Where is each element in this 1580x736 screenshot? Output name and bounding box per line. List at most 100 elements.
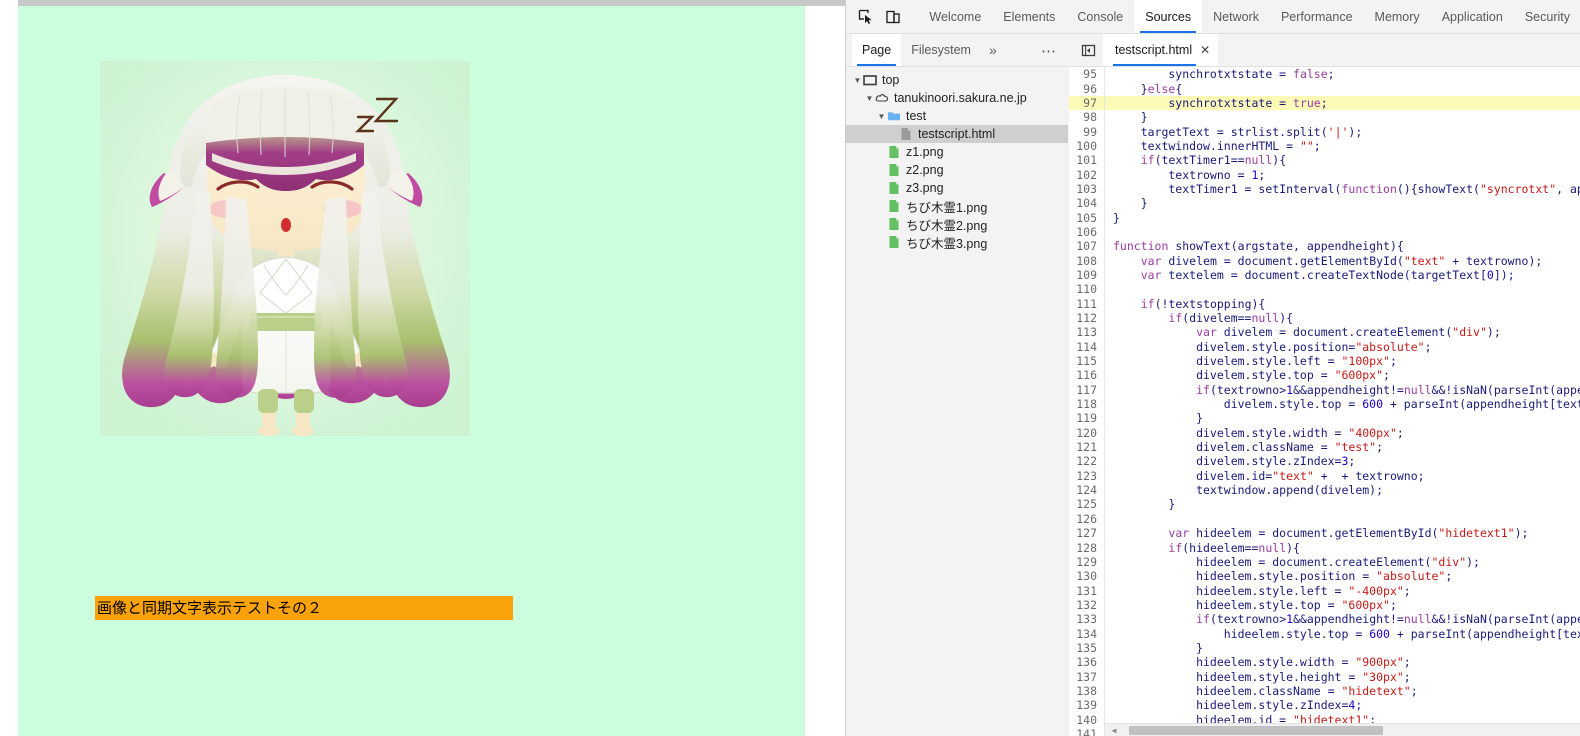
- line-number: 134: [1069, 626, 1105, 641]
- code-line: 101 if(textTimer1==null){: [1069, 153, 1580, 168]
- code-text: var hideelem = document.getElementById("…: [1168, 526, 1529, 541]
- line-number: 108: [1069, 253, 1105, 268]
- code-text: hideelem.style.top = 600 + parseInt(appe…: [1113, 626, 1580, 641]
- scroll-left-icon[interactable]: ◀: [1109, 726, 1119, 735]
- code-horizontal-scrollbar[interactable]: ◀: [1105, 723, 1580, 736]
- code-line: 126: [1069, 511, 1580, 526]
- code-text: }: [1113, 210, 1120, 225]
- tree-item-z1-png[interactable]: z1.png: [846, 143, 1068, 161]
- line-number: 131: [1069, 583, 1105, 598]
- line-number: 96: [1069, 81, 1105, 96]
- code-line: 105}: [1069, 210, 1580, 225]
- file-tree: ▼ top ▼ tanukinoori.sakura.ne.jp ▼ test …: [846, 67, 1068, 736]
- editor-tab-testscript-html[interactable]: testscript.html ✕: [1103, 34, 1219, 66]
- line-number: 115: [1069, 354, 1105, 369]
- code-line: 139 hideelem.style.zIndex=4;: [1069, 698, 1580, 713]
- editor-pane: testscript.html ✕ 95 synchrotxtstate = f…: [1069, 34, 1580, 736]
- line-number: 120: [1069, 425, 1105, 440]
- line-number: 105: [1069, 210, 1105, 225]
- code-line: 113 var divelem = document.createElement…: [1069, 325, 1580, 340]
- tree-item-top[interactable]: ▼ top: [846, 71, 1068, 89]
- tab-application-label: Application: [1441, 9, 1503, 24]
- scrollbar-thumb[interactable]: [1129, 726, 1383, 735]
- tab-network[interactable]: Network: [1202, 0, 1270, 33]
- line-number: 127: [1069, 526, 1105, 541]
- tab-sources-label: Sources: [1145, 9, 1192, 24]
- chevron-down-icon[interactable]: ▼: [864, 94, 875, 103]
- line-number: 137: [1069, 669, 1105, 684]
- editor-tabbar: testscript.html ✕: [1069, 34, 1580, 67]
- code-text: hideelem = document.createElement("div")…: [1113, 554, 1480, 569]
- tree-item-domain[interactable]: ▼ tanukinoori.sakura.ne.jp: [846, 89, 1068, 107]
- line-number: 121: [1069, 440, 1105, 455]
- nav-tab-filesystem[interactable]: Filesystem: [901, 34, 981, 66]
- chevron-down-icon[interactable]: ▼: [852, 76, 863, 85]
- code-line-list: 95 synchrotxtstate = false; 96 }else{97 s…: [1069, 67, 1580, 736]
- line-number: 119: [1069, 411, 1105, 426]
- line-number: 116: [1069, 368, 1105, 383]
- device-toolbar-icon[interactable]: [879, 0, 906, 33]
- code-text: }: [1113, 640, 1204, 655]
- devtools-tab-list: Welcome Elements Console Sources Network…: [918, 0, 1580, 33]
- tree-item-label: ちび木霊3.png: [906, 236, 988, 251]
- line-number: 122: [1069, 454, 1105, 469]
- nav-tab-page[interactable]: Page: [852, 34, 902, 66]
- code-text: synchrotxtstate = true;: [1113, 95, 1328, 110]
- tab-application[interactable]: Application: [1431, 0, 1514, 33]
- line-number: 132: [1069, 597, 1105, 612]
- code-line: 107 function showText(argstate, appendhei…: [1069, 239, 1580, 254]
- line-number: 100: [1069, 138, 1105, 153]
- tab-memory[interactable]: Memory: [1364, 0, 1431, 33]
- code-text: divelem.style.width = "400px";: [1113, 425, 1404, 440]
- tab-sources[interactable]: Sources: [1134, 0, 1203, 33]
- tab-performance[interactable]: Performance: [1270, 0, 1364, 33]
- code-line: 110: [1069, 282, 1580, 297]
- more-options-icon[interactable]: ⋯: [1041, 34, 1058, 67]
- tree-item-chibi-kodama-2-png[interactable]: ちび木霊2.png: [846, 215, 1068, 233]
- code-line: 136 hideelem.style.width = "900px";: [1069, 655, 1580, 670]
- tree-item-chibi-kodama-3-png[interactable]: ちび木霊3.png: [846, 233, 1068, 251]
- code-editor[interactable]: 95 synchrotxtstate = false; 96 }else{97 s…: [1069, 67, 1580, 736]
- tree-item-folder-test[interactable]: ▼ test: [846, 107, 1068, 125]
- code-line: 102 textrowno = 1;: [1069, 167, 1580, 182]
- tab-welcome[interactable]: Welcome: [918, 0, 992, 33]
- tree-item-label: ちび木霊2.png: [906, 218, 988, 233]
- inspect-element-icon[interactable]: [852, 0, 879, 33]
- code-line: 99 targetText = strlist.split('|');: [1069, 124, 1580, 139]
- tree-item-testscript-html[interactable]: testscript.html: [846, 125, 1068, 143]
- code-text: if(!textstopping){: [1140, 296, 1266, 311]
- line-number: 97: [1069, 95, 1105, 110]
- chevron-down-icon[interactable]: ▼: [876, 112, 887, 121]
- tree-item-z2-png[interactable]: z2.png: [846, 161, 1068, 179]
- tree-item-label: z3.png: [906, 181, 944, 195]
- code-line: 111 if(!textstopping){: [1069, 296, 1580, 311]
- navigator-tabbar: Page Filesystem » ⋯: [846, 34, 1068, 67]
- tree-item-label: tanukinoori.sakura.ne.jp: [894, 91, 1027, 105]
- code-line: 122 divelem.style.zIndex=3;: [1069, 454, 1580, 469]
- code-text: hideelem.style.left = "-400px";: [1113, 583, 1411, 598]
- code-line: 129 hideelem = document.createElement("d…: [1069, 554, 1580, 569]
- code-line: 132 hideelem.style.top = "600px";: [1069, 597, 1580, 612]
- code-line: 124 textwindow.append(divelem);: [1069, 483, 1580, 498]
- tree-item-z3-png[interactable]: z3.png: [846, 179, 1068, 197]
- close-icon[interactable]: ✕: [1200, 44, 1210, 56]
- code-text: divelem.style.top = "600px";: [1113, 368, 1390, 383]
- tab-elements[interactable]: Elements: [992, 0, 1066, 33]
- code-text: hideelem.style.width = "900px";: [1113, 655, 1411, 670]
- code-text: if(divelem==null){: [1168, 311, 1294, 326]
- chevron-double-right-icon[interactable]: »: [981, 34, 1005, 66]
- line-number: 135: [1069, 640, 1105, 655]
- tab-console[interactable]: Console: [1066, 0, 1134, 33]
- code-text: synchrotxtstate = false;: [1113, 67, 1335, 82]
- nav-tab-page-label: Page: [862, 43, 892, 57]
- code-text: var divelem = document.createElement("di…: [1196, 325, 1501, 340]
- code-text: textrowno = 1;: [1113, 167, 1266, 182]
- code-line: 127 var hideelem = document.getElementBy…: [1069, 526, 1580, 541]
- tree-item-chibi-kodama-1-png[interactable]: ちび木霊1.png: [846, 197, 1068, 215]
- navigator-collapse-icon[interactable]: [1073, 34, 1103, 66]
- tab-security[interactable]: Security: [1514, 0, 1580, 33]
- code-text: }: [1113, 196, 1148, 211]
- tree-item-label: testscript.html: [918, 127, 996, 141]
- line-number: 125: [1069, 497, 1105, 512]
- tree-item-label: z1.png: [906, 145, 944, 159]
